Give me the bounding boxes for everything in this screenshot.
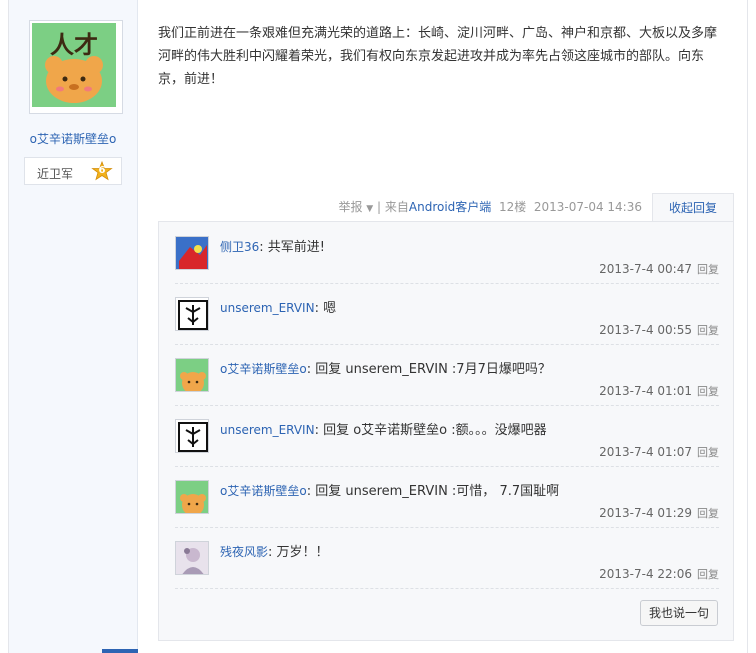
- rank-level: 6: [98, 165, 106, 176]
- reply-text: 嗯: [323, 301, 337, 316]
- reply-time: 2013-7-4 00:55: [599, 323, 692, 337]
- collapse-replies-button[interactable]: 收起回复: [652, 193, 734, 221]
- list-item: 残夜风影: 万岁！！ 2013-7-4 22:06 回复: [175, 527, 719, 589]
- reply-button[interactable]: 回复: [697, 385, 719, 398]
- reply-time: 2013-7-4 01:07: [599, 445, 692, 459]
- reply-username[interactable]: o艾辛诺斯壁垒o: [220, 484, 307, 498]
- reply-time: 2013-7-4 01:29: [599, 506, 692, 520]
- reply-username[interactable]: 侧卫36: [220, 240, 259, 254]
- reply-avatar[interactable]: [175, 419, 209, 453]
- reply-avatar[interactable]: [175, 541, 209, 575]
- reply-avatar[interactable]: [175, 358, 209, 392]
- bear-avatar-icon: 人才: [32, 23, 116, 107]
- list-item: unserem_ERVIN: 嗯 2013-7-4 00:55 回复: [175, 283, 719, 345]
- reply-username[interactable]: unserem_ERVIN: [220, 423, 315, 437]
- reply-time: 2013-7-4 01:01: [599, 384, 692, 398]
- reply-avatar[interactable]: [175, 236, 209, 270]
- post-time: 2013-07-04 14:36: [533, 200, 642, 214]
- reply-button[interactable]: 回复: [697, 568, 719, 581]
- svg-text:人才: 人才: [50, 31, 98, 59]
- reply-time: 2013-7-4 22:06: [599, 567, 692, 581]
- reply-username[interactable]: 残夜风影: [220, 545, 268, 559]
- from-prefix: | 来自: [377, 200, 409, 214]
- reply-username[interactable]: unserem_ERVIN: [220, 301, 315, 315]
- floor-number: 12楼: [498, 200, 527, 214]
- reply-avatar[interactable]: [175, 480, 209, 514]
- list-item: o艾辛诺斯壁垒o: 回复 unserem_ERVIN :7月7日爆吧吗？ 201…: [175, 344, 719, 406]
- reply-text: 回复 unserem_ERVIN :7月7日爆吧吗？: [315, 362, 551, 377]
- reply-list: 侧卫36: 共军前进! 2013-7-4 00:47 回复 unserem_ERV…: [158, 221, 734, 641]
- author-avatar[interactable]: 人才: [29, 20, 123, 114]
- chevron-down-icon[interactable]: ▼: [366, 204, 373, 214]
- reply-button[interactable]: 回复: [697, 446, 719, 459]
- reply-button[interactable]: 回复: [697, 324, 719, 337]
- rank-badge[interactable]: 近卫军 6: [24, 157, 122, 185]
- post-meta-bar: 举报 ▼ | 来自Android客户端 12楼 2013-07-04 14:36…: [158, 193, 734, 221]
- device-link[interactable]: Android客户端: [409, 200, 491, 214]
- list-item: unserem_ERVIN: 回复 o艾辛诺斯壁垒o :额。。。没爆吧器 201…: [175, 405, 719, 467]
- post-content: 我们正前进在一条艰难但充满光荣的道路上：长崎、淀川河畔、广岛、神户和京都、大板以…: [158, 26, 718, 87]
- reply-text: 共军前进!: [267, 240, 326, 255]
- reply-button[interactable]: 回复: [697, 263, 719, 276]
- reply-button[interactable]: 回复: [697, 507, 719, 520]
- reply-avatar[interactable]: [175, 297, 209, 331]
- reply-text: 回复 unserem_ERVIN :可惜， 7.7国耻啊: [315, 484, 560, 499]
- rank-label: 近卫军: [37, 167, 74, 181]
- reply-time: 2013-7-4 00:47: [599, 262, 692, 276]
- reply-text: 回复 o艾辛诺斯壁垒o :额。。。没爆吧器: [323, 423, 547, 438]
- bottom-indicator: [102, 649, 138, 653]
- reply-text: 万岁！！: [276, 545, 329, 560]
- reply-username[interactable]: o艾辛诺斯壁垒o: [220, 362, 307, 376]
- report-link[interactable]: 举报: [338, 200, 362, 214]
- author-name[interactable]: o艾辛诺斯壁垒o: [9, 130, 137, 147]
- add-reply-button[interactable]: 我也说一句: [640, 600, 718, 626]
- list-item: o艾辛诺斯壁垒o: 回复 unserem_ERVIN :可惜， 7.7国耻啊 2…: [175, 466, 719, 528]
- list-item: 侧卫36: 共军前进! 2013-7-4 00:47 回复: [175, 222, 719, 284]
- rank-level-icon: 6: [91, 160, 113, 183]
